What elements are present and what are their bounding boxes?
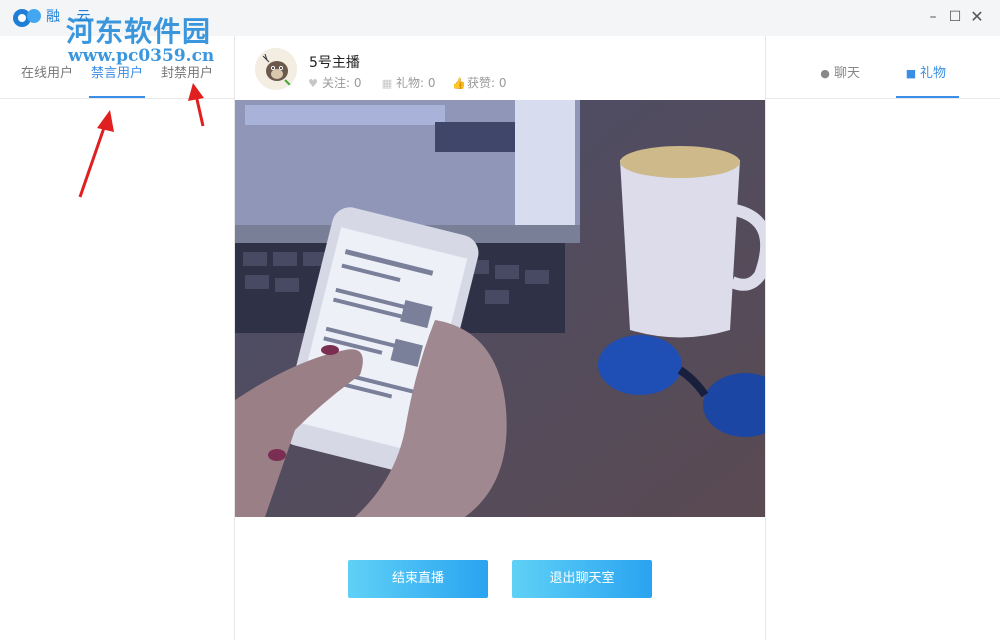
tab-chat-label: 聊天 bbox=[834, 66, 861, 81]
gifts-count: 礼物: 0 bbox=[396, 76, 436, 90]
followers-stat: ♥ 关注: 0 bbox=[307, 74, 362, 91]
live-room-panel: 5号主播 ♥ 关注: 0 ▦ 礼物: 0 👍获赞: 0 结束直播 退出聊天室 bbox=[235, 36, 765, 640]
live-video-frame bbox=[235, 100, 765, 517]
tab-chat[interactable]: ● 聊天 bbox=[818, 62, 860, 81]
host-info-bar: 5号主播 ♥ 关注: 0 ▦ 礼物: 0 👍获赞: 0 bbox=[235, 36, 765, 100]
chat-bubble-icon: ● bbox=[820, 67, 830, 80]
gift-icon: ▦ bbox=[381, 77, 393, 90]
gift-icon: ■ bbox=[905, 67, 917, 80]
heart-icon: ♥ bbox=[308, 77, 318, 90]
likes-stat: 👍获赞: 0 bbox=[452, 74, 507, 91]
avatar[interactable] bbox=[255, 48, 297, 90]
gifts-stat: ▦ 礼物: 0 bbox=[381, 74, 436, 91]
minimize-button[interactable]: – bbox=[924, 8, 942, 26]
tab-gift[interactable]: ■ 礼物 bbox=[904, 62, 946, 81]
watermark-title: 河东软件园 bbox=[66, 15, 212, 48]
video-stream-image bbox=[235, 100, 765, 517]
tab-gift-label: 礼物 bbox=[920, 66, 947, 81]
end-live-button[interactable]: 结束直播 bbox=[348, 560, 488, 598]
tab-online-users[interactable]: 在线用户 bbox=[21, 62, 73, 81]
exit-chatroom-button[interactable]: 退出聊天室 bbox=[512, 560, 652, 598]
maximize-button[interactable]: ☐ bbox=[946, 8, 964, 26]
close-button[interactable]: ✕ bbox=[968, 8, 986, 26]
chat-gift-panel: ● 聊天 ■ 礼物 bbox=[765, 36, 1000, 640]
watermark-url: www.pc0359.cn bbox=[68, 46, 215, 66]
active-tab-indicator bbox=[896, 96, 959, 98]
active-tab-indicator bbox=[89, 96, 145, 98]
chat-gift-tabs: ● 聊天 ■ 礼物 bbox=[766, 36, 1000, 99]
likes-count: 获赞: 0 bbox=[467, 76, 507, 90]
followers-count: 关注: 0 bbox=[322, 76, 362, 90]
thumbs-up-icon: 👍 bbox=[452, 77, 466, 90]
host-name: 5号主播 bbox=[309, 55, 360, 71]
user-list-panel: 在线用户 禁言用户 封禁用户 bbox=[0, 36, 235, 640]
